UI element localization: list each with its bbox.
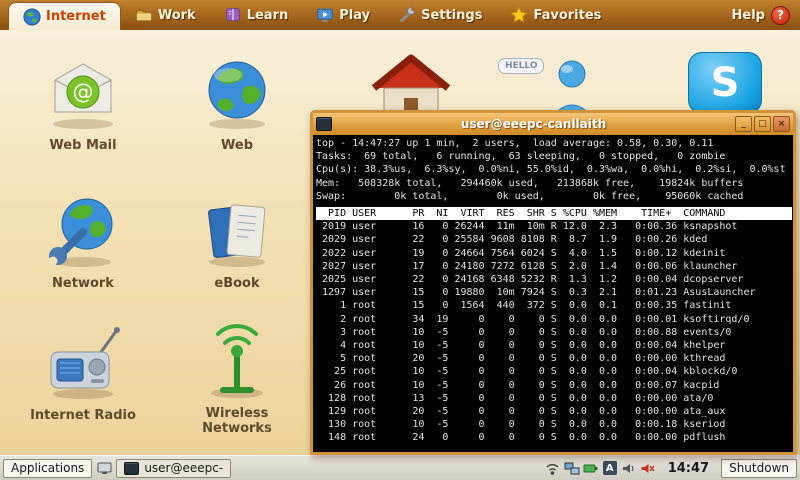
internet-radio-icon (41, 322, 125, 402)
network-monitor-icon[interactable] (564, 460, 580, 476)
process-table-rows: 2019 user 16 0 26244 11m 10m R 12.0 2.3 … (316, 220, 792, 444)
network-globe-icon (41, 190, 125, 270)
hello-text: HELLO (505, 61, 537, 71)
tab-label: Settings (421, 8, 482, 23)
desktop-icon-label: Web Mail (27, 138, 139, 153)
system-tray: A (545, 460, 656, 476)
webmail-icon: @ (41, 52, 125, 132)
wireless-networks-icon (195, 322, 279, 400)
window-controls: _ □ × (735, 116, 790, 132)
tab-internet[interactable]: Internet (8, 2, 121, 30)
window-title: user@eeepc-canllaith (336, 117, 731, 131)
star-icon (510, 6, 528, 24)
minimize-button[interactable]: _ (735, 116, 752, 132)
tab-label: Work (158, 8, 196, 23)
skype-icon: S (688, 52, 762, 114)
tab-label: Favorites (533, 8, 601, 23)
volume-icon[interactable] (621, 460, 637, 476)
task-label: user@eeepc- (144, 461, 223, 475)
desktop-icon-label: eBook (181, 276, 293, 291)
show-desktop-icon[interactable] (96, 460, 112, 476)
tab-play[interactable]: Play (302, 0, 384, 30)
skype-letter: S (711, 60, 740, 106)
desktop-icon-wireless-networks[interactable]: Wireless Networks (172, 322, 302, 436)
top-summary-lines: top - 14:47:27 up 1 min, 2 users, load a… (316, 137, 792, 203)
hello-speech-bubble: HELLO (498, 58, 544, 74)
shutdown-button[interactable]: Shutdown (721, 459, 797, 478)
input-method-letter: A (603, 461, 617, 475)
desktop-icon-label: Wireless Networks (181, 406, 293, 436)
taskbar: Applications user@eeepc- A (0, 455, 800, 480)
tab-work[interactable]: Work (121, 0, 210, 30)
tab-label: Internet (46, 9, 106, 24)
taskbar-task-terminal[interactable]: user@eeepc- (116, 459, 231, 478)
battery-icon[interactable] (583, 460, 599, 476)
terminal-window: user@eeepc-canllaith _ □ × top - 14:47:2… (310, 110, 796, 455)
svg-text:@: @ (73, 80, 94, 104)
desktop-icon-web[interactable]: Web (172, 52, 302, 153)
process-table-header: PID USER PR NI VIRT RES SHR S %CPU %MEM … (316, 207, 792, 220)
mute-icon[interactable] (640, 460, 656, 476)
media-icon (316, 6, 334, 24)
desktop-icon-skype[interactable]: S (688, 52, 762, 114)
desktop-icon-label: Network (27, 276, 139, 291)
desktop-icon-label: Web (181, 138, 293, 153)
tab-learn[interactable]: Learn (210, 0, 303, 30)
terminal-window-icon (316, 117, 332, 131)
clock: 14:47 (668, 461, 709, 476)
desktop-icon-network[interactable]: Network (18, 190, 148, 291)
maximize-button[interactable]: □ (754, 116, 771, 132)
eee-pc-easy-mode-desktop: Internet Work Learn Play Settings (0, 0, 800, 480)
desktop-icon-internet-radio[interactable]: Internet Radio (18, 322, 148, 423)
window-titlebar[interactable]: user@eeepc-canllaith _ □ × (313, 113, 793, 135)
folder-icon (135, 6, 153, 24)
close-button[interactable]: × (773, 116, 790, 132)
tab-favorites[interactable]: Favorites (496, 0, 615, 30)
book-icon (224, 6, 242, 24)
shutdown-label: Shutdown (729, 461, 789, 475)
applications-label: Applications (11, 461, 84, 475)
terminal-output[interactable]: top - 14:47:27 up 1 min, 2 users, load a… (313, 135, 793, 452)
help-button[interactable]: Help ? (722, 0, 800, 30)
web-globe-icon (195, 52, 279, 132)
tab-label: Play (339, 8, 370, 23)
terminal-icon (124, 462, 139, 475)
desktop-icon-label: Internet Radio (27, 408, 139, 423)
question-icon: ? (771, 6, 790, 25)
wireless-signal-icon[interactable] (545, 460, 561, 476)
desktop-icon-web-mail[interactable]: @ Web Mail (18, 52, 148, 153)
globe-icon (23, 8, 41, 26)
input-method-icon[interactable]: A (602, 460, 618, 476)
applications-button[interactable]: Applications (3, 459, 92, 478)
tab-label: Learn (247, 8, 289, 23)
desktop-area: @ Web Mail Web (0, 30, 800, 455)
desktop-icon-ebook[interactable]: eBook (172, 190, 302, 291)
ebook-icon (195, 190, 279, 270)
help-label: Help (732, 8, 765, 23)
top-tab-bar: Internet Work Learn Play Settings (0, 0, 800, 30)
tab-settings[interactable]: Settings (384, 0, 496, 30)
tools-icon (398, 6, 416, 24)
